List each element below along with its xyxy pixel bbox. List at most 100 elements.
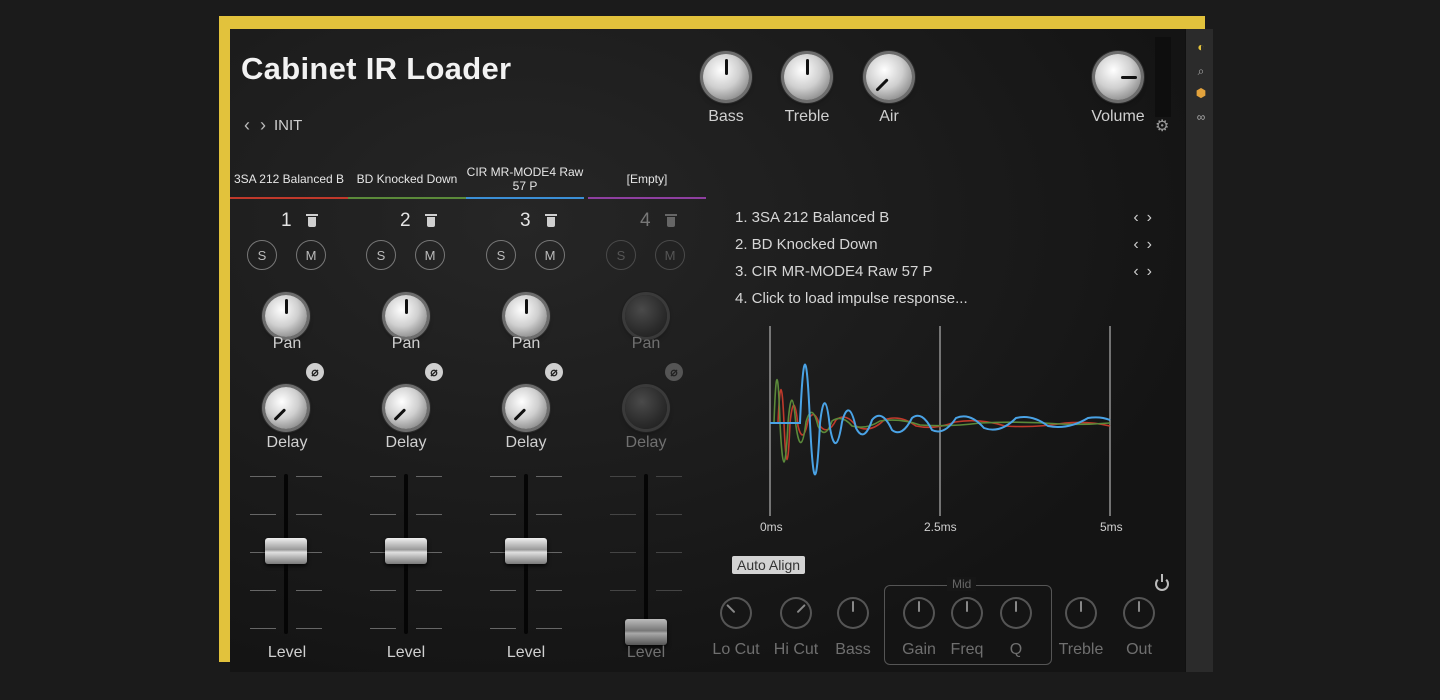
- chevron-right-icon[interactable]: ›: [258, 115, 268, 136]
- channel-4-number: 4: [640, 210, 651, 231]
- channel-1-pan-label: Pan: [272, 335, 302, 352]
- channel-2-color-bar: [348, 197, 466, 199]
- eq-out-label: Out: [1126, 641, 1152, 658]
- air-label: Air: [879, 108, 899, 125]
- eq-treble-knob[interactable]: [1067, 599, 1095, 627]
- channel-1-phase-icon[interactable]: ⌀: [306, 363, 324, 381]
- ir-item-arrows[interactable]: ‹›: [1133, 261, 1160, 283]
- bass-knob[interactable]: [703, 54, 749, 100]
- trash-icon[interactable]: [545, 214, 557, 227]
- treble-label: Treble: [784, 108, 830, 125]
- channel-4-level-fader[interactable]: [610, 474, 682, 645]
- channel-4-phase-icon[interactable]: ⌀: [665, 363, 683, 381]
- eq-bass-label: Bass: [835, 641, 871, 658]
- link-icon[interactable]: ∞: [1193, 109, 1209, 125]
- chevron-left-icon[interactable]: ‹: [242, 115, 252, 136]
- channel-3-solo-button[interactable]: S: [486, 240, 516, 270]
- channel-3-phase-icon[interactable]: ⌀: [545, 363, 563, 381]
- channel-1-number: 1: [281, 210, 292, 231]
- ir-item-arrows[interactable]: ‹›: [1133, 234, 1160, 256]
- volume-label: Volume: [1091, 108, 1145, 125]
- pin-icon[interactable]: ◐: [1193, 39, 1209, 55]
- channel-3-color-bar: [466, 197, 584, 199]
- channel-3-level-fader[interactable]: [490, 474, 562, 634]
- channel-4-solo-button[interactable]: S: [606, 240, 636, 270]
- trash-icon[interactable]: [425, 214, 437, 227]
- mid-gain-knob[interactable]: [905, 599, 933, 627]
- channel-1-solo-button[interactable]: S: [247, 240, 277, 270]
- channel-2-pan-knob[interactable]: [385, 295, 427, 337]
- hi-cut-knob[interactable]: [782, 599, 810, 627]
- channel-3-delay-knob[interactable]: [505, 387, 547, 429]
- tag-icon[interactable]: ⬢: [1193, 85, 1209, 101]
- channel-3-fader-cap[interactable]: [505, 538, 547, 564]
- settings-gear-icon[interactable]: ⚙: [1155, 116, 1169, 136]
- channel-4-level-label: Level: [626, 644, 666, 661]
- channel-1-pan-knob[interactable]: [265, 295, 307, 337]
- power-icon[interactable]: [1155, 574, 1169, 591]
- channel-2-delay-knob[interactable]: [385, 387, 427, 429]
- host-sidebar: ◐ ⌕ ⬢ ∞: [1185, 29, 1213, 672]
- eq-treble-label: Treble: [1058, 641, 1104, 658]
- mid-q-knob[interactable]: [1002, 599, 1030, 627]
- channel-1-level-fader[interactable]: [250, 474, 322, 634]
- hi-cut-label: Hi Cut: [773, 641, 819, 658]
- channel-2-fader-cap[interactable]: [385, 538, 427, 564]
- channel-4-pan-knob[interactable]: [625, 295, 667, 337]
- graph-tick-label: 2.5ms: [924, 520, 957, 534]
- search-icon[interactable]: ⌕: [1193, 63, 1209, 79]
- ir-item-arrows[interactable]: ‹›: [1133, 207, 1160, 229]
- ir-list-item[interactable]: 2. BD Knocked Down ‹›: [735, 234, 1160, 261]
- channel-1-header[interactable]: 3SA 212 Balanced B: [230, 159, 348, 199]
- treble-knob[interactable]: [784, 54, 830, 100]
- plugin-window: Cabinet IR Loader ‹ › INIT Bass Treble A…: [230, 29, 1185, 672]
- ir-item-label: 2. BD Knocked Down: [735, 236, 878, 253]
- ir-list-item[interactable]: 1. 3SA 212 Balanced B ‹›: [735, 207, 1160, 234]
- preset-name[interactable]: INIT: [274, 117, 302, 134]
- channel-1-mute-button[interactable]: M: [296, 240, 326, 270]
- channel-3-header[interactable]: CIR MR-MODE4 Raw 57 P: [466, 159, 584, 199]
- channel-4-header[interactable]: [Empty]: [588, 159, 706, 199]
- channel-3-pan-knob[interactable]: [505, 295, 547, 337]
- eq-out-knob[interactable]: [1125, 599, 1153, 627]
- channel-3-number: 3: [520, 210, 531, 231]
- impulse-response-graph: [769, 326, 1111, 516]
- channel-1-color-bar: [230, 197, 348, 199]
- channel-4-fader-cap[interactable]: [625, 619, 667, 645]
- volume-knob[interactable]: [1095, 54, 1141, 100]
- air-knob[interactable]: [866, 54, 912, 100]
- channel-1-fader-cap[interactable]: [265, 538, 307, 564]
- ir-list: 1. 3SA 212 Balanced B ‹› 2. BD Knocked D…: [735, 207, 1160, 315]
- trash-icon[interactable]: [665, 214, 677, 227]
- ir-list-item[interactable]: 4. Click to load impulse response...: [735, 288, 1160, 315]
- channel-2-phase-icon[interactable]: ⌀: [425, 363, 443, 381]
- plugin-title: Cabinet IR Loader: [241, 51, 512, 86]
- channel-4-mute-button[interactable]: M: [655, 240, 685, 270]
- channel-3-pan-label: Pan: [511, 335, 541, 352]
- mid-freq-knob[interactable]: [953, 599, 981, 627]
- lo-cut-label: Lo Cut: [712, 641, 760, 658]
- channel-1-delay-knob[interactable]: [265, 387, 307, 429]
- channel-2-mute-button[interactable]: M: [415, 240, 445, 270]
- channel-3-mute-button[interactable]: M: [535, 240, 565, 270]
- auto-align-button[interactable]: Auto Align: [732, 556, 806, 574]
- channel-4-pan-label: Pan: [631, 335, 661, 352]
- ir-list-item[interactable]: 3. CIR MR-MODE4 Raw 57 P ‹›: [735, 261, 1160, 288]
- lo-cut-knob[interactable]: [722, 599, 750, 627]
- graph-tick-label: 5ms: [1100, 520, 1123, 534]
- graph-tick-label: 0ms: [760, 520, 783, 534]
- channel-2-solo-button[interactable]: S: [366, 240, 396, 270]
- channel-1-level-label: Level: [267, 644, 307, 661]
- channel-2-level-fader[interactable]: [370, 474, 442, 634]
- trash-icon[interactable]: [306, 214, 318, 227]
- eq-bass-knob[interactable]: [839, 599, 867, 627]
- output-meter: [1155, 37, 1171, 117]
- channel-1-delay-label: Delay: [266, 434, 308, 451]
- channel-2-level-label: Level: [386, 644, 426, 661]
- mid-q-label: Q: [1009, 641, 1023, 658]
- channel-2-delay-label: Delay: [385, 434, 427, 451]
- channel-4-delay-knob[interactable]: [625, 387, 667, 429]
- bass-label: Bass: [708, 108, 744, 125]
- channel-2-header[interactable]: BD Knocked Down: [348, 159, 466, 199]
- ir-item-label: 4. Click to load impulse response...: [735, 290, 968, 307]
